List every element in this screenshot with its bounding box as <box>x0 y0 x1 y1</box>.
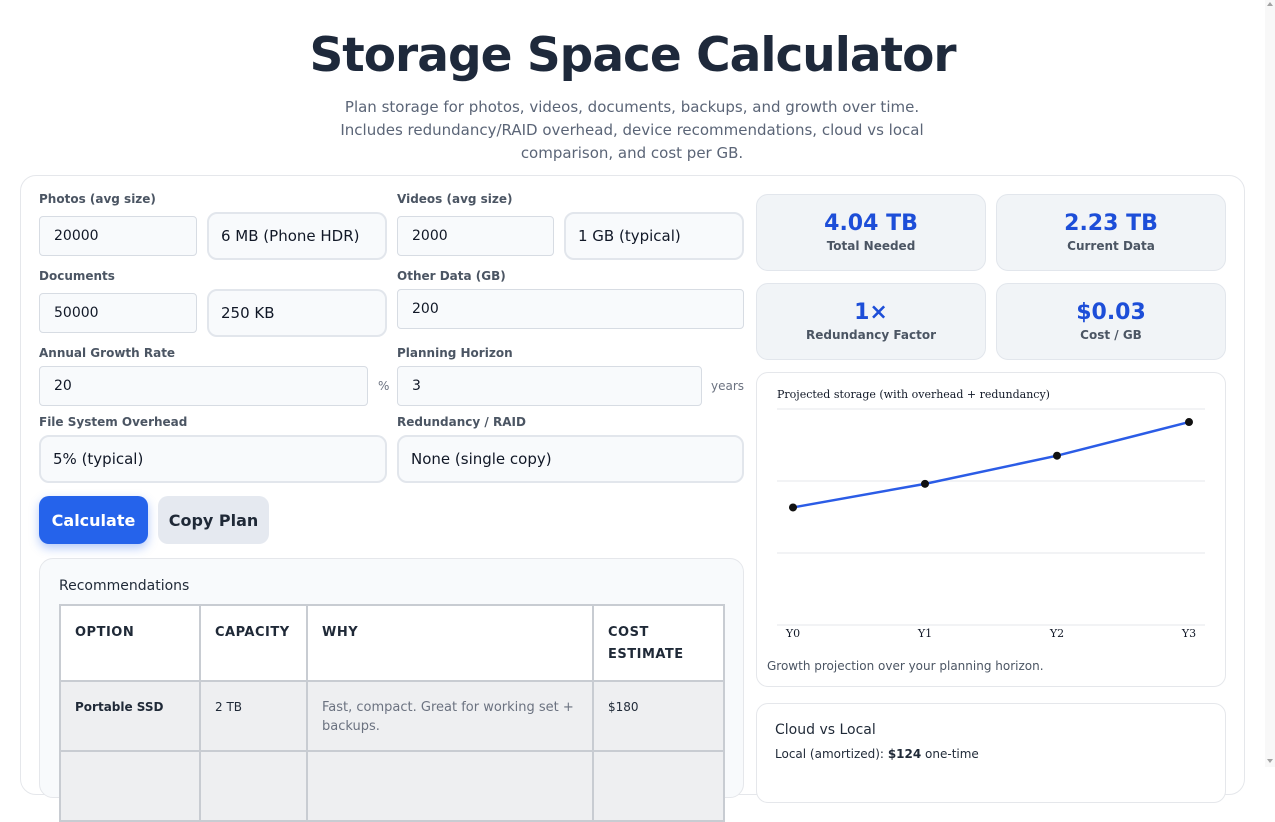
fs-overhead-select[interactable]: 5% (typical) <box>39 435 387 483</box>
chart-x-tick-label: Y0 <box>785 627 800 640</box>
stat-redundancy-factor-value: 1× <box>854 300 888 325</box>
recommendations-title: Recommendations <box>59 578 190 594</box>
stat-total-needed: 4.04 TB Total Needed <box>756 194 986 271</box>
chart-x-tick-label: Y1 <box>917 627 932 640</box>
projection-chart-card: Projected storage (with overhead + redun… <box>756 372 1226 687</box>
chart-point <box>1185 418 1193 427</box>
stat-cost-per-gb-value: $0.03 <box>1076 300 1146 325</box>
videos-label: Videos (avg size) <box>397 192 513 206</box>
other-data-label: Other Data (GB) <box>397 269 506 283</box>
stat-cost-per-gb: $0.03 Cost / GB <box>996 283 1226 360</box>
local-cost-suffix: one-time <box>925 747 979 761</box>
projection-chart: Y0 Y1 Y2 Y3 <box>777 408 1205 640</box>
page-scrollbar[interactable] <box>1265 0 1275 767</box>
documents-count-input[interactable]: 50000 <box>39 293 197 333</box>
photos-size-select[interactable]: 6 MB (Phone HDR) <box>207 212 387 260</box>
stat-redundancy-factor-label: Redundancy Factor <box>805 328 936 342</box>
videos-count-input[interactable]: 2000 <box>397 216 554 256</box>
table-row: Portable SSD 2 TB Fast, compact. Great f… <box>59 680 725 752</box>
row-why: Fast, compact. Great for working set + b… <box>306 680 594 752</box>
stat-current-data-label: Current Data <box>1067 239 1155 253</box>
page-title: Storage Space Calculator <box>309 28 956 83</box>
copy-plan-button[interactable]: Copy Plan <box>158 496 269 544</box>
cloud-vs-local-card: Cloud vs Local Local (amortized): $124 o… <box>756 703 1226 803</box>
planning-horizon-label: Planning Horizon <box>397 346 513 360</box>
local-cost-label: Local (amortized): <box>775 747 884 761</box>
page-subtitle: Plan storage for photos, videos, documen… <box>340 98 924 162</box>
stat-cost-per-gb-label: Cost / GB <box>1080 328 1142 342</box>
row-capacity: 2 TB <box>199 680 308 752</box>
planning-horizon-unit: years <box>711 379 745 393</box>
chart-series-line <box>792 420 1190 509</box>
fs-overhead-label: File System Overhead <box>39 415 188 429</box>
recommendations-panel: Recommendations OPTION CAPACITY WHY COST… <box>39 558 744 822</box>
table-row <box>59 750 725 822</box>
stat-redundancy-factor: 1× Redundancy Factor <box>756 283 986 360</box>
local-cost-line: Local (amortized): $124 one-time <box>775 747 979 761</box>
chart-caption: Growth projection over your planning hor… <box>767 659 1044 673</box>
row-cost: $180 <box>592 680 725 752</box>
col-why: WHY <box>306 604 594 682</box>
cloud-vs-local-title: Cloud vs Local <box>775 722 876 738</box>
chart-x-tick-label: Y3 <box>1181 627 1196 640</box>
growth-rate-unit: % <box>378 379 390 393</box>
col-option: OPTION <box>59 604 201 682</box>
stat-current-data-value: 2.23 TB <box>1064 211 1158 236</box>
scroll-down-icon[interactable] <box>1267 759 1273 763</box>
scroll-up-icon[interactable] <box>1267 2 1273 6</box>
chart-x-tick-label: Y2 <box>1049 627 1064 640</box>
other-data-input[interactable]: 200 <box>397 289 744 329</box>
stat-total-needed-label: Total Needed <box>826 239 916 253</box>
planning-horizon-input[interactable]: 3 <box>397 366 702 406</box>
calculate-button[interactable]: Calculate <box>39 496 148 544</box>
videos-size-select[interactable]: 1 GB (typical) <box>564 212 744 260</box>
col-cost-estimate: COST ESTIMATE <box>592 604 725 682</box>
chart-point <box>1053 451 1061 460</box>
redundancy-label: Redundancy / RAID <box>397 415 526 429</box>
growth-rate-input[interactable]: 20 <box>39 366 368 406</box>
row-option: Portable SSD <box>59 680 201 752</box>
redundancy-select[interactable]: None (single copy) <box>397 435 744 483</box>
photos-label: Photos (avg size) <box>39 192 156 206</box>
photos-count-input[interactable]: 20000 <box>39 216 197 256</box>
chart-point <box>921 479 929 488</box>
documents-label: Documents <box>39 269 115 283</box>
documents-size-select[interactable]: 250 KB <box>207 289 387 337</box>
stat-current-data: 2.23 TB Current Data <box>996 194 1226 271</box>
recommendations-table: OPTION CAPACITY WHY COST ESTIMATE Portab… <box>59 604 725 822</box>
growth-rate-label: Annual Growth Rate <box>39 346 176 360</box>
chart-point <box>789 503 797 512</box>
stat-total-needed-value: 4.04 TB <box>824 211 918 236</box>
col-capacity: CAPACITY <box>199 604 308 682</box>
local-cost-value: $124 <box>887 747 922 761</box>
